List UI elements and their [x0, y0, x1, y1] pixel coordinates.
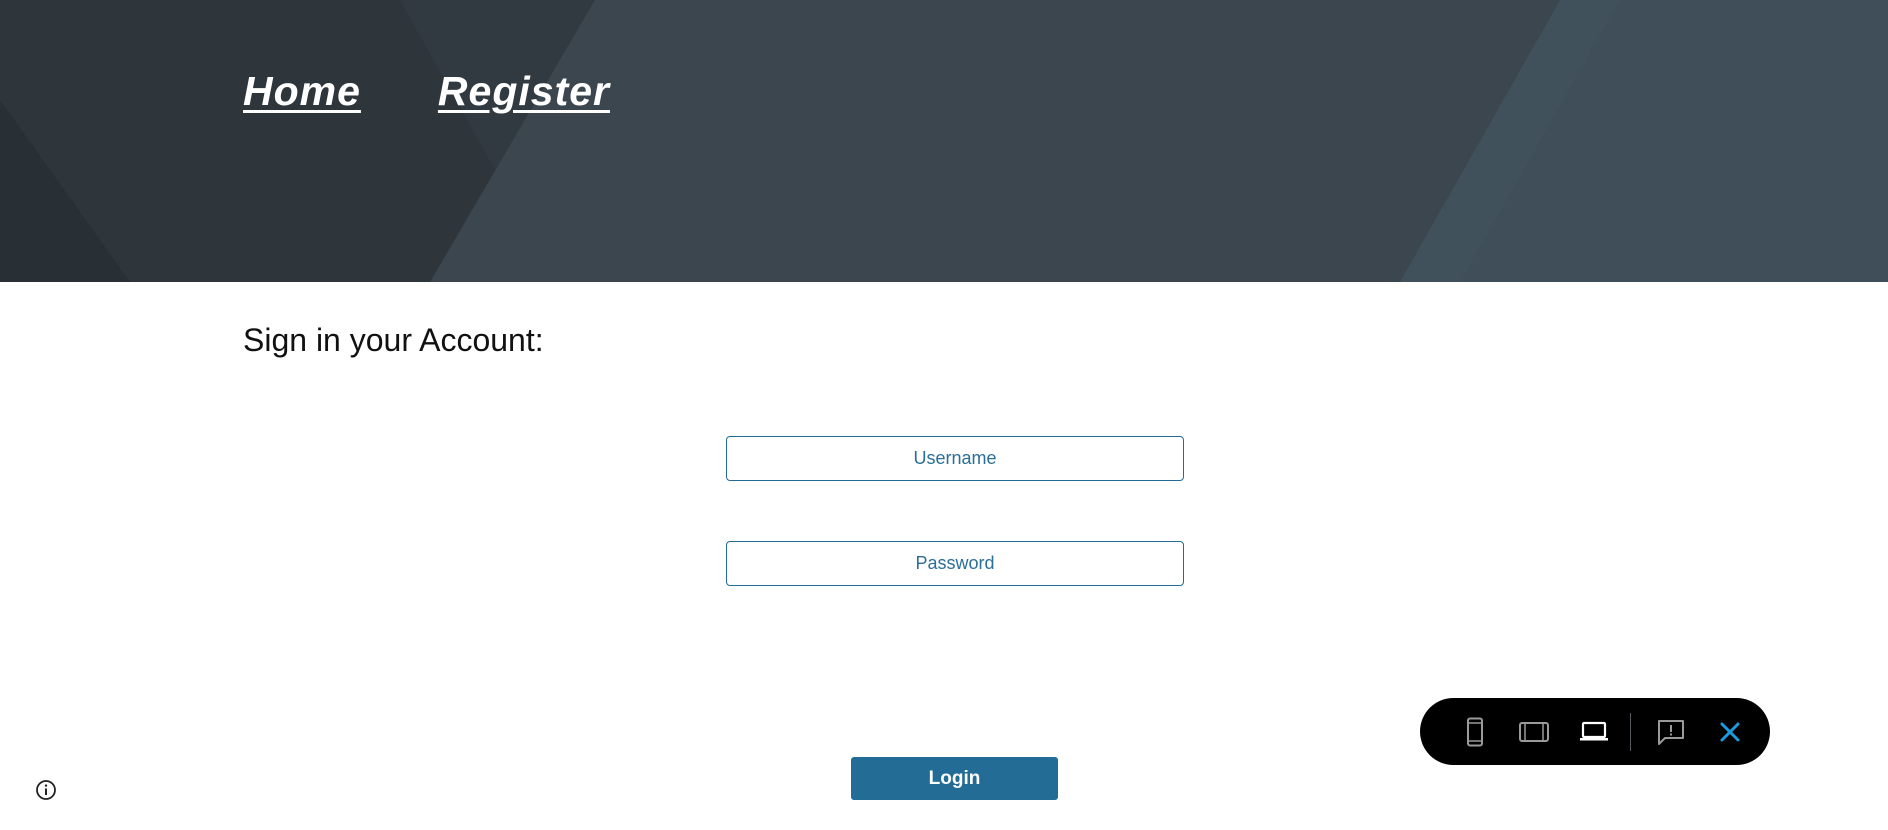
laptop-view-button[interactable]: [1574, 712, 1614, 752]
login-button[interactable]: Login: [851, 757, 1058, 800]
page-title: Sign in your Account:: [243, 322, 544, 358]
mobile-view-button[interactable]: [1455, 712, 1495, 752]
tablet-icon: [1519, 721, 1550, 742]
feedback-button[interactable]: [1651, 712, 1691, 752]
toolbar-divider: [1629, 712, 1631, 751]
username-input[interactable]: [726, 436, 1184, 481]
feedback-icon: [1657, 719, 1684, 745]
banner-background: [0, 0, 1888, 282]
close-icon: [1720, 722, 1740, 741]
info-icon[interactable]: [34, 778, 58, 802]
password-input[interactable]: [726, 541, 1184, 586]
tablet-view-button[interactable]: [1515, 712, 1555, 752]
top-nav: Home Register: [243, 68, 610, 115]
header-banner: Home Register: [0, 0, 1888, 282]
nav-link-register[interactable]: Register: [438, 68, 610, 115]
laptop-icon: [1580, 721, 1609, 740]
nav-link-home[interactable]: Home: [243, 68, 361, 115]
mobile-icon: [1466, 717, 1483, 746]
page: Home Register Sign in your Account: Logi…: [0, 0, 1888, 830]
close-toolbar-button[interactable]: [1710, 712, 1750, 752]
device-preview-toolbar: [1420, 698, 1770, 765]
